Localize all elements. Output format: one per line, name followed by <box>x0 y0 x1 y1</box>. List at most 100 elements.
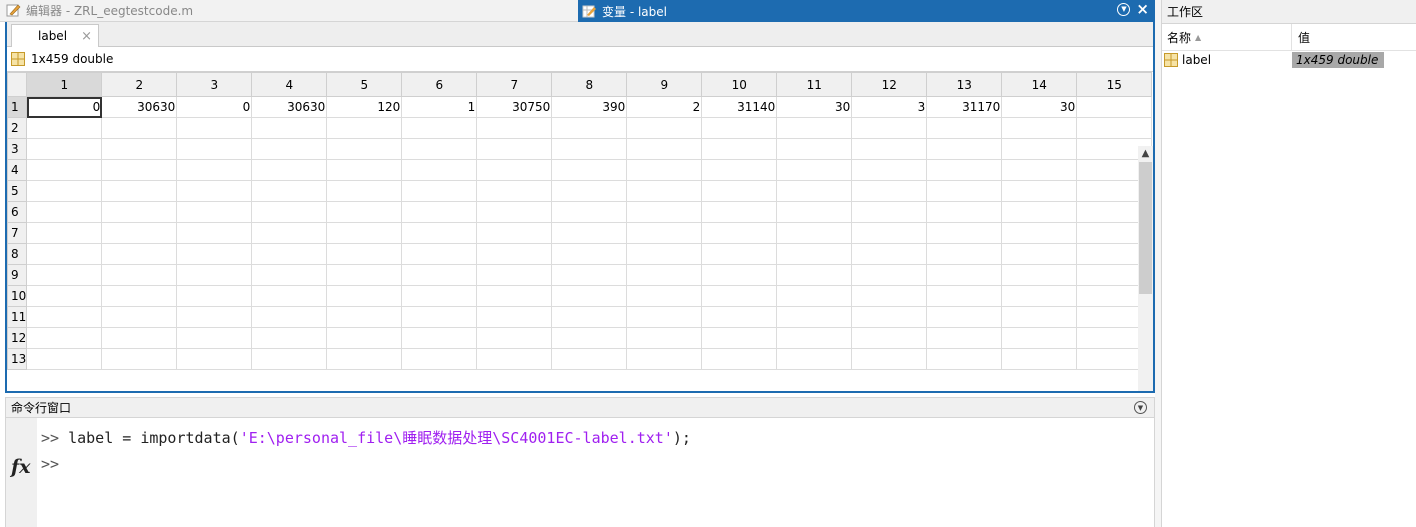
grid-cell[interactable] <box>776 243 853 265</box>
grid-cell[interactable] <box>476 117 553 139</box>
grid-cell[interactable] <box>326 348 403 370</box>
grid-cell[interactable] <box>251 306 328 328</box>
column-header[interactable]: 9 <box>626 72 703 97</box>
grid-cell[interactable] <box>26 327 103 349</box>
grid-cell[interactable] <box>476 243 553 265</box>
grid-cell[interactable] <box>251 201 328 223</box>
grid-cell[interactable] <box>326 327 403 349</box>
grid-cell[interactable] <box>176 285 253 307</box>
grid-cell[interactable]: 3 <box>851 96 928 118</box>
column-header[interactable]: 11 <box>776 72 853 97</box>
grid-cell[interactable] <box>1076 117 1153 139</box>
grid-cell[interactable] <box>776 159 853 181</box>
grid-cell[interactable] <box>326 138 403 160</box>
grid-cell[interactable] <box>251 327 328 349</box>
grid-cell[interactable] <box>476 264 553 286</box>
grid-cell[interactable] <box>851 138 928 160</box>
grid-cell[interactable] <box>551 306 628 328</box>
grid-cell[interactable] <box>26 243 103 265</box>
grid-cell[interactable] <box>26 306 103 328</box>
grid-cell[interactable] <box>776 222 853 244</box>
row-header[interactable]: 11 <box>7 306 28 328</box>
column-header[interactable]: 14 <box>1001 72 1078 97</box>
grid-cell[interactable] <box>776 180 853 202</box>
grid-cell[interactable] <box>401 222 478 244</box>
grid-cell[interactable] <box>851 222 928 244</box>
column-header[interactable]: 6 <box>401 72 478 97</box>
grid-cell[interactable] <box>851 159 928 181</box>
column-header[interactable]: 8 <box>551 72 628 97</box>
grid-cell[interactable] <box>851 243 928 265</box>
grid-cell[interactable] <box>26 348 103 370</box>
grid-cell[interactable] <box>1001 243 1078 265</box>
workspace-variable-row[interactable]: label 1x459 double <box>1162 51 1416 69</box>
grid-cell[interactable] <box>926 327 1003 349</box>
grid-cell[interactable] <box>101 201 178 223</box>
grid-cell[interactable] <box>1001 180 1078 202</box>
grid-cell[interactable] <box>776 306 853 328</box>
grid-cell[interactable] <box>701 138 778 160</box>
grid-cell[interactable] <box>176 264 253 286</box>
grid-cell[interactable] <box>401 285 478 307</box>
grid-cell[interactable] <box>851 264 928 286</box>
grid-cell[interactable] <box>1001 285 1078 307</box>
grid-cell[interactable] <box>251 264 328 286</box>
column-header[interactable]: 4 <box>251 72 328 97</box>
grid-cell[interactable] <box>851 348 928 370</box>
grid-cell[interactable] <box>551 117 628 139</box>
grid-cell[interactable] <box>101 117 178 139</box>
grid-cell[interactable] <box>401 159 478 181</box>
grid-cell[interactable] <box>851 201 928 223</box>
grid-cell[interactable] <box>26 201 103 223</box>
grid-cell[interactable] <box>701 180 778 202</box>
grid-cell[interactable] <box>401 264 478 286</box>
grid-cell[interactable] <box>326 264 403 286</box>
grid-cell[interactable] <box>326 117 403 139</box>
grid-cell[interactable] <box>776 138 853 160</box>
grid-cell[interactable] <box>1001 348 1078 370</box>
grid-cell[interactable] <box>326 180 403 202</box>
row-header[interactable]: 12 <box>7 327 28 349</box>
grid-cell[interactable] <box>401 348 478 370</box>
grid-cell[interactable] <box>701 243 778 265</box>
grid-cell[interactable] <box>626 306 703 328</box>
column-value-header[interactable]: 值 <box>1292 24 1416 50</box>
grid-cell[interactable] <box>626 348 703 370</box>
grid-cell[interactable]: 31140 <box>701 96 778 118</box>
grid-cell[interactable] <box>476 348 553 370</box>
grid-cell[interactable] <box>326 306 403 328</box>
grid-cell[interactable] <box>101 327 178 349</box>
grid-cell[interactable] <box>251 180 328 202</box>
grid-cell[interactable] <box>626 138 703 160</box>
grid-cell[interactable] <box>101 222 178 244</box>
grid-cell[interactable] <box>851 117 928 139</box>
grid-cell[interactable] <box>701 222 778 244</box>
grid-cell[interactable] <box>401 327 478 349</box>
grid-cell[interactable] <box>101 285 178 307</box>
grid-cell[interactable] <box>926 159 1003 181</box>
grid-cell[interactable] <box>551 285 628 307</box>
grid-cell[interactable] <box>926 285 1003 307</box>
grid-cell[interactable] <box>176 201 253 223</box>
editor-tab[interactable]: 编辑器 - ZRL_eegtestcode.m <box>0 0 578 22</box>
row-header[interactable]: 6 <box>7 201 28 223</box>
grid-corner[interactable] <box>7 72 28 97</box>
grid-cell[interactable] <box>176 138 253 160</box>
grid-cell[interactable] <box>926 201 1003 223</box>
grid-cell[interactable]: 30 <box>1001 96 1078 118</box>
grid-cell[interactable] <box>551 201 628 223</box>
grid-cell[interactable] <box>776 285 853 307</box>
command-window-actions-icon[interactable]: ▼ <box>1134 401 1147 414</box>
grid-cell[interactable] <box>176 348 253 370</box>
tab-label[interactable]: label × <box>11 24 99 47</box>
grid-cell[interactable] <box>551 222 628 244</box>
grid-cell[interactable] <box>176 243 253 265</box>
grid-cell[interactable]: 30630 <box>101 96 178 118</box>
grid-cell[interactable]: 30630 <box>251 96 328 118</box>
grid-cell[interactable] <box>926 180 1003 202</box>
grid-cell[interactable] <box>26 264 103 286</box>
grid-cell[interactable] <box>401 138 478 160</box>
grid-cell[interactable] <box>626 222 703 244</box>
grid-cell[interactable] <box>251 285 328 307</box>
row-header[interactable]: 1 <box>7 96 28 118</box>
